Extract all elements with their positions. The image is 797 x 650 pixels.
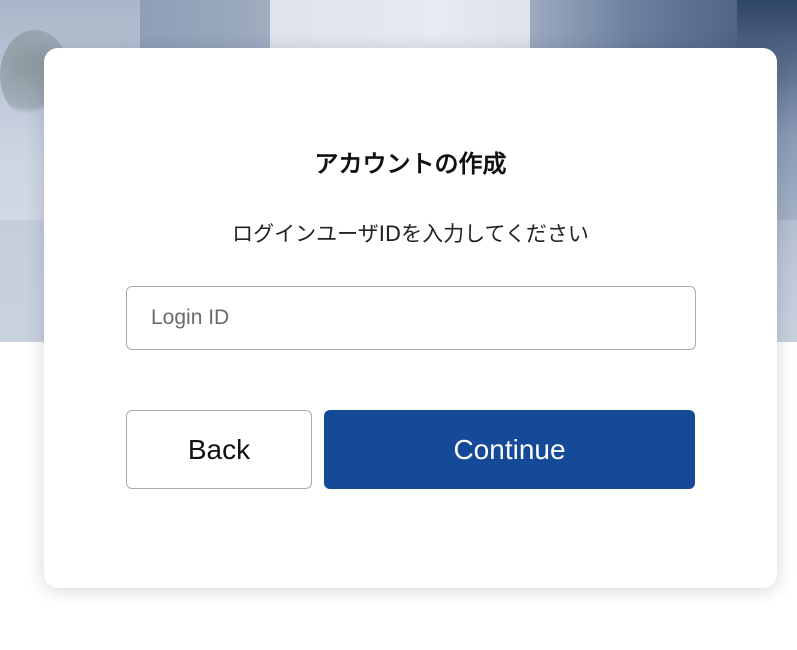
back-button[interactable]: Back [126,410,312,489]
login-id-input[interactable] [126,286,696,350]
dialog-title: アカウントの作成 [314,150,507,178]
dialog-instruction: ログインユーザIDを入力してください [232,222,589,246]
create-account-dialog: アカウントの作成 ログインユーザIDを入力してください Back Continu… [44,48,777,588]
background-paper [270,0,530,50]
continue-button[interactable]: Continue [324,410,695,489]
